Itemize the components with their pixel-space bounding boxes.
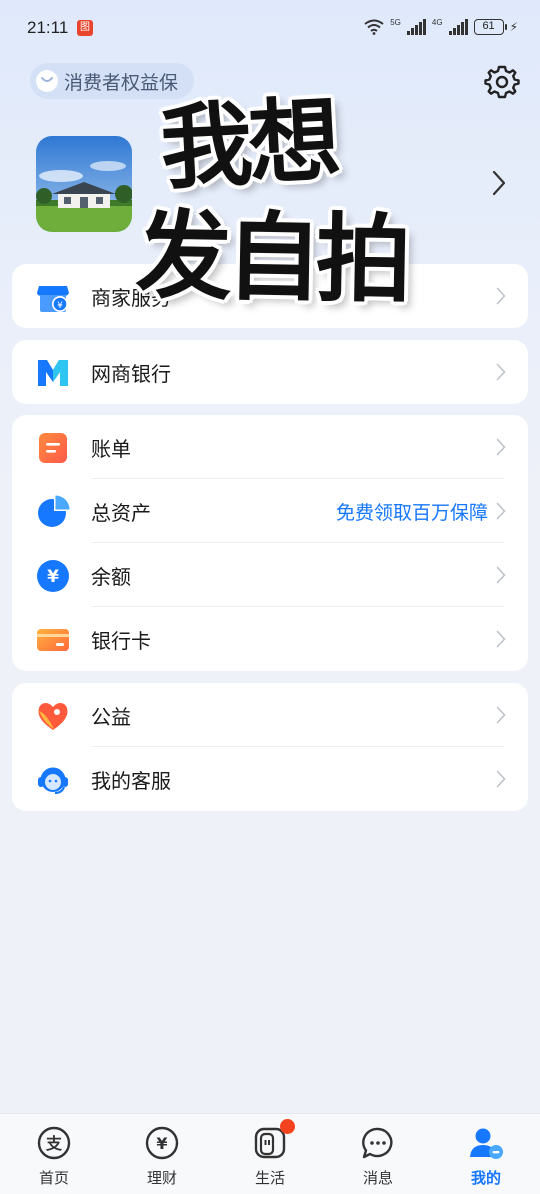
bottom-nav: 支 首页 ¥ 理财 生活 消息 我的 bbox=[0, 1113, 540, 1194]
mybank-icon bbox=[38, 360, 68, 386]
me-icon bbox=[470, 1128, 503, 1159]
consumer-rights-pill[interactable]: 消费者权益保 bbox=[30, 63, 195, 99]
nav-label: 理财 bbox=[146, 1170, 177, 1187]
nav-label: 消息 bbox=[362, 1170, 393, 1187]
nav-label: 我的 bbox=[470, 1170, 501, 1187]
row-label: 账单 bbox=[91, 438, 131, 461]
chevron-right-icon bbox=[496, 706, 506, 724]
row-label: 商家服务 bbox=[91, 287, 171, 310]
wealth-yuan-icon: ¥ bbox=[145, 1126, 179, 1160]
wifi-icon bbox=[364, 19, 384, 35]
status-indicators: 5G 4G 61 ⚡ bbox=[364, 19, 518, 35]
svg-text:¥: ¥ bbox=[47, 567, 59, 587]
shield-icon bbox=[36, 70, 58, 92]
notification-app-icon: 图 bbox=[77, 20, 93, 36]
signal-1-icon bbox=[406, 19, 426, 35]
gear-icon[interactable] bbox=[484, 64, 520, 100]
network-5g-label: 5G bbox=[390, 18, 401, 27]
nav-messages[interactable]: 消息 bbox=[324, 1114, 432, 1194]
consumer-rights-label: 消费者权益保 bbox=[64, 72, 179, 94]
row-label: 余额 bbox=[91, 566, 131, 589]
bank-card-icon bbox=[37, 629, 69, 651]
bill-icon bbox=[39, 433, 67, 463]
customer-service-icon bbox=[38, 767, 68, 794]
nav-label: 首页 bbox=[38, 1170, 69, 1187]
chevron-right-icon bbox=[496, 438, 506, 456]
nav-home[interactable]: 支 首页 bbox=[0, 1114, 108, 1194]
battery-icon: 61 bbox=[473, 19, 507, 35]
network-4g-label: 4G bbox=[431, 18, 443, 27]
alipay-home-icon: 支 bbox=[37, 1126, 71, 1160]
nav-wealth[interactable]: ¥ 理财 bbox=[108, 1114, 216, 1194]
chevron-right-icon bbox=[496, 287, 506, 305]
row-label: 银行卡 bbox=[91, 630, 151, 653]
nav-label: 生活 bbox=[254, 1170, 285, 1187]
avatar[interactable] bbox=[36, 136, 132, 232]
notification-dot bbox=[280, 1119, 295, 1134]
chevron-right-icon bbox=[496, 502, 506, 520]
svg-text:¥: ¥ bbox=[156, 1134, 167, 1153]
row-merchant-services[interactable]: ¥ 商家服务 bbox=[12, 264, 528, 328]
chevron-right-icon bbox=[496, 630, 506, 648]
row-label: 公益 bbox=[91, 706, 131, 729]
chevron-right-icon bbox=[496, 566, 506, 584]
insurance-promo-link[interactable]: 免费领取百万保障 bbox=[336, 498, 488, 525]
merchant-store-icon: ¥ bbox=[37, 286, 69, 312]
chevron-right-icon bbox=[496, 363, 506, 381]
merchant-card: ¥ 商家服务 bbox=[12, 264, 528, 328]
svg-text:支: 支 bbox=[45, 1134, 63, 1153]
nav-life[interactable]: 生活 bbox=[216, 1114, 324, 1194]
mybank-card: 网商银行 bbox=[12, 340, 528, 404]
message-icon bbox=[362, 1127, 393, 1159]
nav-me[interactable]: 我的 bbox=[432, 1114, 540, 1194]
status-time: 21:11 bbox=[27, 18, 69, 37]
assets-pie-icon bbox=[38, 495, 70, 527]
row-balance[interactable]: ¥ 余额 bbox=[12, 543, 528, 607]
profile-chevron-icon[interactable] bbox=[492, 170, 506, 196]
row-bank-card[interactable]: 银行卡 bbox=[12, 607, 528, 671]
charity-heart-icon bbox=[38, 702, 68, 730]
svg-text:¥: ¥ bbox=[57, 301, 63, 311]
avatar-photo bbox=[36, 136, 132, 232]
row-label: 网商银行 bbox=[91, 363, 171, 386]
balance-yuan-icon: ¥ bbox=[37, 560, 69, 592]
charging-icon: ⚡ bbox=[509, 20, 518, 34]
row-total-assets[interactable]: 总资产 免费领取百万保障 bbox=[12, 479, 528, 543]
chevron-right-icon bbox=[496, 770, 506, 788]
row-label: 总资产 bbox=[91, 502, 151, 525]
row-bill[interactable]: 账单 bbox=[12, 415, 528, 479]
signal-2-icon bbox=[448, 19, 468, 35]
service-card: 公益 我的客服 bbox=[12, 683, 528, 811]
row-mybank[interactable]: 网商银行 bbox=[12, 340, 528, 404]
row-customer-service[interactable]: 我的客服 bbox=[12, 747, 528, 811]
row-charity[interactable]: 公益 bbox=[12, 683, 528, 747]
status-bar: 21:11 图 5G 4G 61 ⚡ bbox=[0, 0, 540, 60]
row-label: 我的客服 bbox=[91, 770, 171, 793]
wallet-card: 账单 总资产 免费领取百万保障 ¥ 余额 银行卡 bbox=[12, 415, 528, 671]
